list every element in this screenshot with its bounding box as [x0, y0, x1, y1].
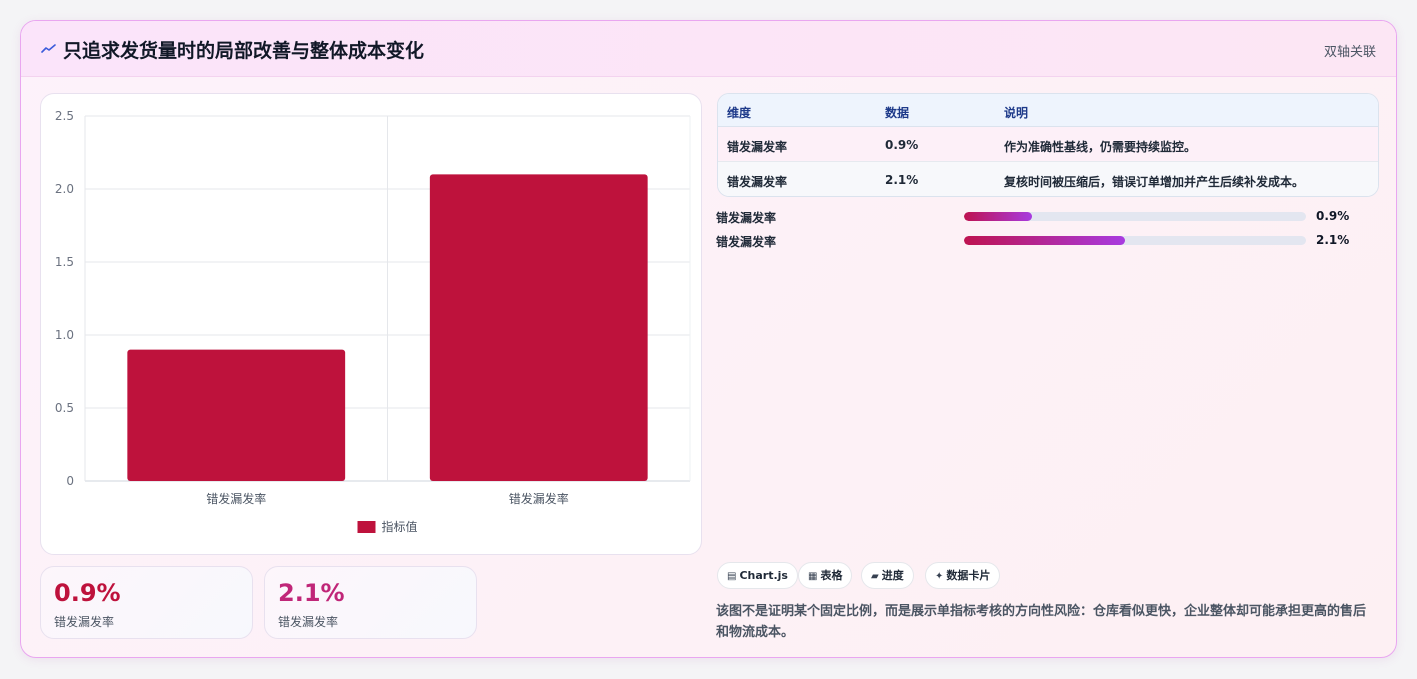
- column-header: 说明: [1004, 106, 1029, 120]
- bar-chart-panel: 0 0.5 1.0 1.5 2.0 2.5 错发漏发率 错发漏发率指标值: [40, 93, 702, 555]
- table-cell: 作为准确性基线，仍需要持续监控。: [1004, 140, 1197, 154]
- stat-label: 错发漏发率: [278, 615, 339, 629]
- x-tick-label: 错发漏发率: [509, 491, 569, 506]
- progress-value: 0.9%: [1316, 209, 1350, 223]
- sparkle-icon: ✦: [935, 571, 944, 582]
- legend-swatch: [357, 521, 376, 533]
- stat-card-1: 0.9% 错发漏发率: [40, 566, 253, 639]
- progress-fill: [964, 236, 1125, 245]
- progress-row: 错发漏发率 2.1%: [716, 232, 1356, 249]
- column-header: 维度: [727, 106, 752, 120]
- progress-row: 错发漏发率 0.9%: [716, 208, 1356, 225]
- chart-note: 该图不是证明某个固定比例，而是展示单指标考核的方向性风险：仓库看似更快，企业整体…: [716, 604, 1367, 640]
- chip-chartjs[interactable]: ▤ Chart.js: [717, 562, 798, 589]
- table-row: 错发漏发率 2.1% 复核时间被压缩后，错误订单增加并产生后续补发成本。: [718, 162, 1378, 196]
- table-cell: 2.1%: [885, 173, 919, 187]
- chip-progress[interactable]: ▰ 进度: [861, 562, 914, 589]
- stat-value: 0.9%: [54, 579, 121, 607]
- column-header: 数据: [885, 106, 910, 120]
- trend-line-icon: [41, 44, 56, 53]
- chip-label: 表格: [820, 569, 843, 582]
- chip-label: 数据卡片: [946, 569, 991, 582]
- page-title: 只追求发货量时的局部改善与整体成本变化: [63, 40, 425, 62]
- progress-label: 错发漏发率: [716, 211, 777, 225]
- stat-value: 2.1%: [278, 579, 345, 607]
- bar: [127, 349, 346, 481]
- dual-axis-badge: 双轴关联: [1323, 45, 1376, 60]
- y-tick-label: 0: [66, 474, 74, 488]
- progress-value: 2.1%: [1316, 233, 1350, 247]
- table-cell: 复核时间被压缩后，错误订单增加并产生后续补发成本。: [1004, 175, 1305, 189]
- y-tick-label: 2.0: [55, 182, 74, 196]
- progress-track: [964, 236, 1306, 245]
- chip-label: Chart.js: [739, 569, 788, 582]
- bar-chart: 0 0.5 1.0 1.5 2.0 2.5 错发漏发率 错发漏发率指标值: [55, 109, 691, 534]
- stat-label: 错发漏发率: [54, 615, 115, 629]
- progress-icon: ▰: [871, 571, 879, 582]
- y-tick-label: 1.5: [55, 255, 74, 269]
- table-row: 错发漏发率 0.9% 作为准确性基线，仍需要持续监控。: [718, 127, 1378, 162]
- y-tick-label: 2.5: [55, 109, 74, 123]
- table-cell: 0.9%: [885, 138, 919, 152]
- y-tick-label: 1.0: [55, 328, 74, 342]
- card-header: 只追求发货量时的局部改善与整体成本变化 双轴关联: [21, 21, 1396, 77]
- chart-icon: ▤: [727, 571, 737, 582]
- stat-card-2: 2.1% 错发漏发率: [264, 566, 477, 639]
- table-icon: ▦: [808, 571, 818, 582]
- table-cell: 错发漏发率: [727, 140, 788, 154]
- chip-table[interactable]: ▦ 表格: [798, 562, 853, 589]
- chip-label: 进度: [881, 569, 904, 582]
- bar: [429, 174, 648, 481]
- main-card: 只追求发货量时的局部改善与整体成本变化 双轴关联 0 0.5 1.0 1.5 2.0 2.…: [20, 20, 1397, 658]
- y-tick-label: 0.5: [55, 401, 74, 415]
- progress-fill: [964, 212, 1033, 221]
- x-tick-label: 错发漏发率: [206, 491, 266, 506]
- data-table: 维度 数据 说明 错发漏发率 0.9% 作为准确性基线，仍需要持续监控。 错发漏…: [717, 93, 1379, 197]
- progress-label: 错发漏发率: [716, 235, 777, 249]
- table-header-row: 维度 数据 说明: [718, 94, 1378, 127]
- progress-track: [964, 212, 1306, 221]
- legend-label: 指标值: [382, 519, 418, 534]
- chip-data-card[interactable]: ✦ 数据卡片: [925, 562, 1001, 589]
- table-cell: 错发漏发率: [727, 175, 788, 189]
